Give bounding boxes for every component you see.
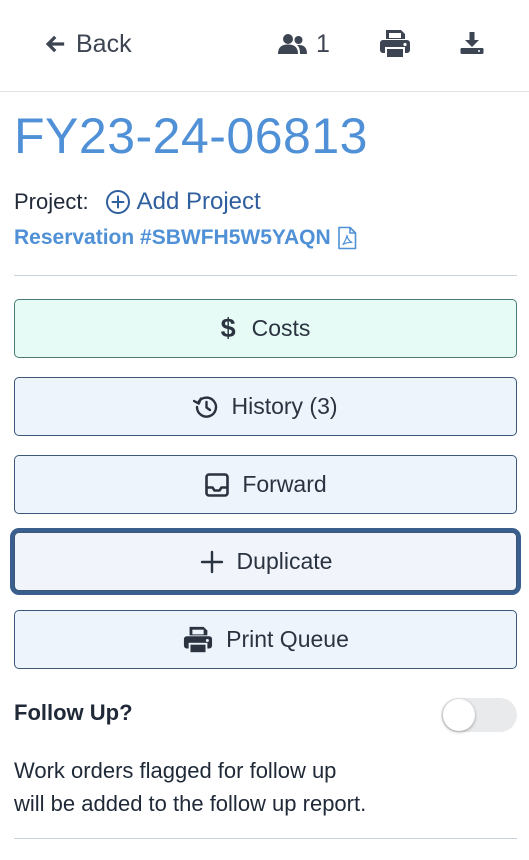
download-button[interactable] <box>459 30 485 56</box>
follow-up-toggle[interactable] <box>441 698 517 732</box>
project-row: Project: Add Project <box>14 186 261 218</box>
print-queue-label: Print Queue <box>226 626 349 652</box>
follow-up-help-text: Work orders flagged for follow up will b… <box>14 754 454 820</box>
history-button[interactable]: History (3) <box>14 377 517 436</box>
back-button[interactable]: Back <box>44 26 132 62</box>
duplicate-label: Duplicate <box>236 548 333 574</box>
inbox-icon <box>204 472 230 498</box>
user-count: 1 <box>316 29 330 58</box>
section-divider <box>14 275 517 276</box>
download-icon <box>460 32 484 54</box>
history-icon <box>193 394 219 420</box>
work-order-number: FY23-24-06813 <box>14 108 368 164</box>
reservation-link[interactable]: Reservation #SBWFH5W5YAQN <box>14 224 357 252</box>
printer-icon <box>182 625 214 655</box>
add-project-label: Add Project <box>136 188 261 215</box>
history-label: History (3) <box>231 393 338 419</box>
help-line-1: Work orders flagged for follow up <box>14 758 337 783</box>
top-toolbar: Back 1 <box>0 0 529 92</box>
bottom-divider <box>14 838 517 839</box>
print-queue-button[interactable]: Print Queue <box>14 610 517 669</box>
plus-icon <box>199 549 225 575</box>
print-button[interactable] <box>378 28 412 60</box>
reservation-label: Reservation #SBWFH5W5YAQN <box>14 226 331 249</box>
back-label: Back <box>76 29 132 58</box>
duplicate-button[interactable]: Duplicate <box>14 532 517 591</box>
pdf-file-icon <box>337 226 356 250</box>
plus-circle-icon <box>105 190 130 214</box>
add-project-link[interactable]: Add Project <box>105 188 261 216</box>
follow-up-label: Follow Up? <box>14 700 133 725</box>
dollar-icon: $ <box>220 313 236 343</box>
users-button[interactable]: 1 <box>276 26 330 62</box>
help-line-2: will be added to the follow up report. <box>14 791 367 816</box>
project-label: Project: <box>14 189 89 214</box>
costs-button[interactable]: $ Costs <box>14 299 517 358</box>
costs-label: Costs <box>251 315 311 341</box>
arrow-left-icon <box>45 35 65 53</box>
toggle-knob <box>443 699 475 731</box>
printer-icon <box>380 30 410 59</box>
forward-label: Forward <box>242 471 327 497</box>
forward-button[interactable]: Forward <box>14 455 517 514</box>
users-icon <box>278 34 307 54</box>
